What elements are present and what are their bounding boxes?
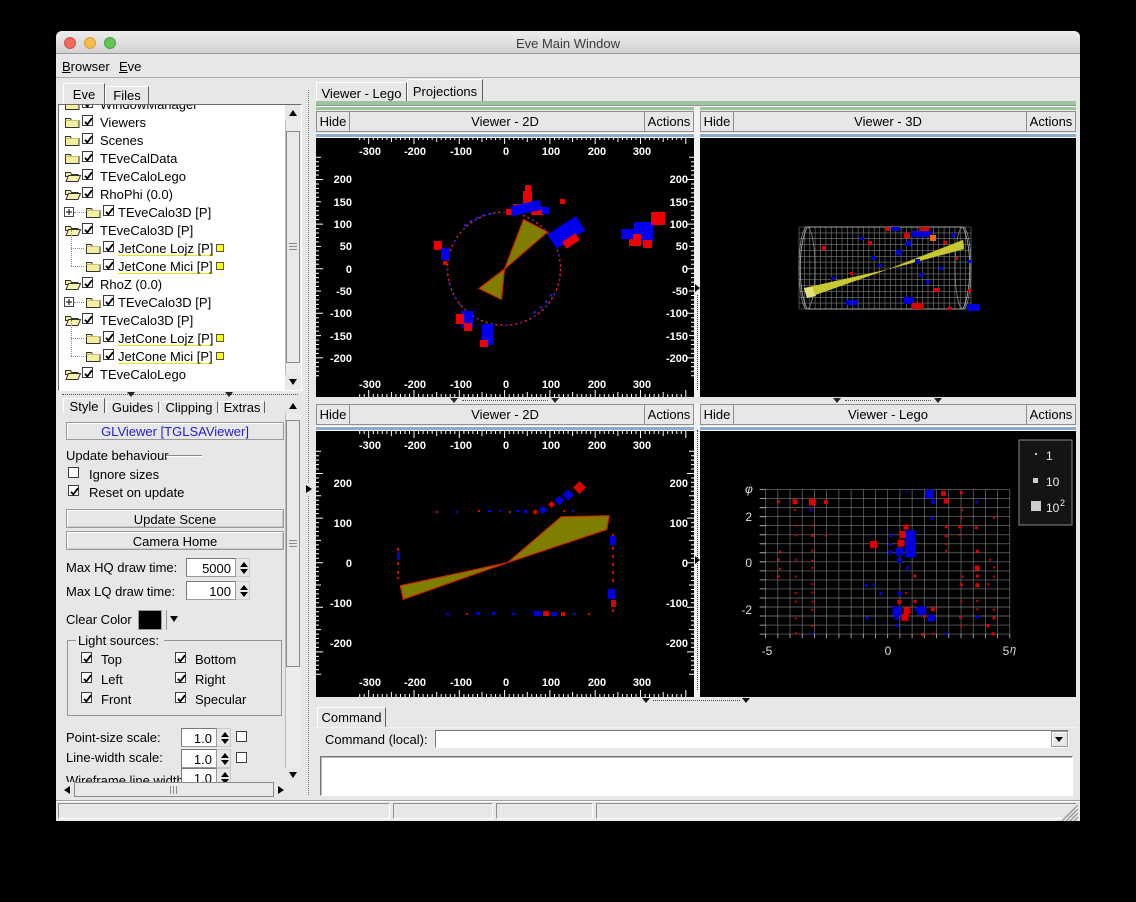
svg-text:0: 0 bbox=[503, 677, 509, 689]
svg-text:-50: -50 bbox=[672, 286, 688, 298]
svg-text:-150: -150 bbox=[666, 331, 688, 343]
svg-text:-100: -100 bbox=[666, 598, 688, 610]
svg-text:300: 300 bbox=[633, 379, 651, 391]
svg-text:50: 50 bbox=[676, 241, 688, 253]
svg-text:200: 200 bbox=[588, 146, 606, 158]
svg-text:0: 0 bbox=[346, 558, 352, 570]
svg-text:0: 0 bbox=[503, 146, 509, 158]
svg-text:-2: -2 bbox=[741, 603, 752, 617]
svg-text:η: η bbox=[1010, 644, 1016, 656]
svg-text:0: 0 bbox=[682, 558, 688, 570]
svg-text:10: 10 bbox=[1046, 475, 1060, 489]
svg-text:-50: -50 bbox=[336, 286, 352, 298]
svg-text:0: 0 bbox=[346, 264, 352, 276]
svg-text:100: 100 bbox=[670, 219, 688, 231]
svg-text:100: 100 bbox=[542, 677, 560, 689]
svg-text:100: 100 bbox=[542, 379, 560, 391]
svg-text:-100: -100 bbox=[450, 677, 472, 689]
svg-text:-200: -200 bbox=[666, 638, 688, 650]
svg-text:2: 2 bbox=[745, 510, 752, 524]
svg-text:0: 0 bbox=[745, 556, 752, 570]
svg-text:-100: -100 bbox=[450, 379, 472, 391]
svg-text:0: 0 bbox=[503, 440, 509, 452]
svg-text:0: 0 bbox=[885, 644, 892, 658]
svg-text:-300: -300 bbox=[359, 146, 381, 158]
svg-text:-200: -200 bbox=[666, 353, 688, 365]
svg-text:200: 200 bbox=[588, 440, 606, 452]
svg-text:50: 50 bbox=[340, 241, 352, 253]
svg-text:-300: -300 bbox=[359, 677, 381, 689]
svg-text:2: 2 bbox=[1060, 498, 1065, 508]
svg-text:-200: -200 bbox=[404, 440, 426, 452]
svg-text:200: 200 bbox=[334, 478, 352, 490]
svg-text:5: 5 bbox=[1003, 644, 1010, 658]
svg-text:10: 10 bbox=[1046, 501, 1060, 515]
svg-text:100: 100 bbox=[670, 518, 688, 530]
svg-text:200: 200 bbox=[670, 478, 688, 490]
svg-text:-200: -200 bbox=[404, 677, 426, 689]
svg-text:100: 100 bbox=[542, 146, 560, 158]
svg-text:300: 300 bbox=[633, 146, 651, 158]
svg-text:-100: -100 bbox=[330, 308, 352, 320]
svg-text:0: 0 bbox=[682, 264, 688, 276]
svg-text:-200: -200 bbox=[330, 638, 352, 650]
svg-text:300: 300 bbox=[633, 440, 651, 452]
svg-text:100: 100 bbox=[334, 219, 352, 231]
svg-text:200: 200 bbox=[670, 174, 688, 186]
svg-text:-100: -100 bbox=[450, 440, 472, 452]
svg-text:-300: -300 bbox=[359, 440, 381, 452]
svg-text:-150: -150 bbox=[330, 331, 352, 343]
svg-text:200: 200 bbox=[334, 174, 352, 186]
svg-text:100: 100 bbox=[334, 518, 352, 530]
svg-text:150: 150 bbox=[670, 197, 688, 209]
svg-text:300: 300 bbox=[633, 677, 651, 689]
svg-text:-300: -300 bbox=[359, 379, 381, 391]
svg-text:0: 0 bbox=[503, 379, 509, 391]
svg-text:φ: φ bbox=[745, 482, 753, 496]
svg-text:1: 1 bbox=[1046, 449, 1053, 463]
svg-text:-5: -5 bbox=[762, 644, 773, 658]
svg-text:200: 200 bbox=[588, 677, 606, 689]
svg-text:-200: -200 bbox=[404, 379, 426, 391]
svg-text:-100: -100 bbox=[666, 308, 688, 320]
svg-text:-200: -200 bbox=[330, 353, 352, 365]
svg-text:150: 150 bbox=[334, 197, 352, 209]
svg-text:-200: -200 bbox=[404, 146, 426, 158]
svg-text:100: 100 bbox=[542, 440, 560, 452]
svg-text:200: 200 bbox=[588, 379, 606, 391]
svg-text:-100: -100 bbox=[450, 146, 472, 158]
svg-text:-100: -100 bbox=[330, 598, 352, 610]
